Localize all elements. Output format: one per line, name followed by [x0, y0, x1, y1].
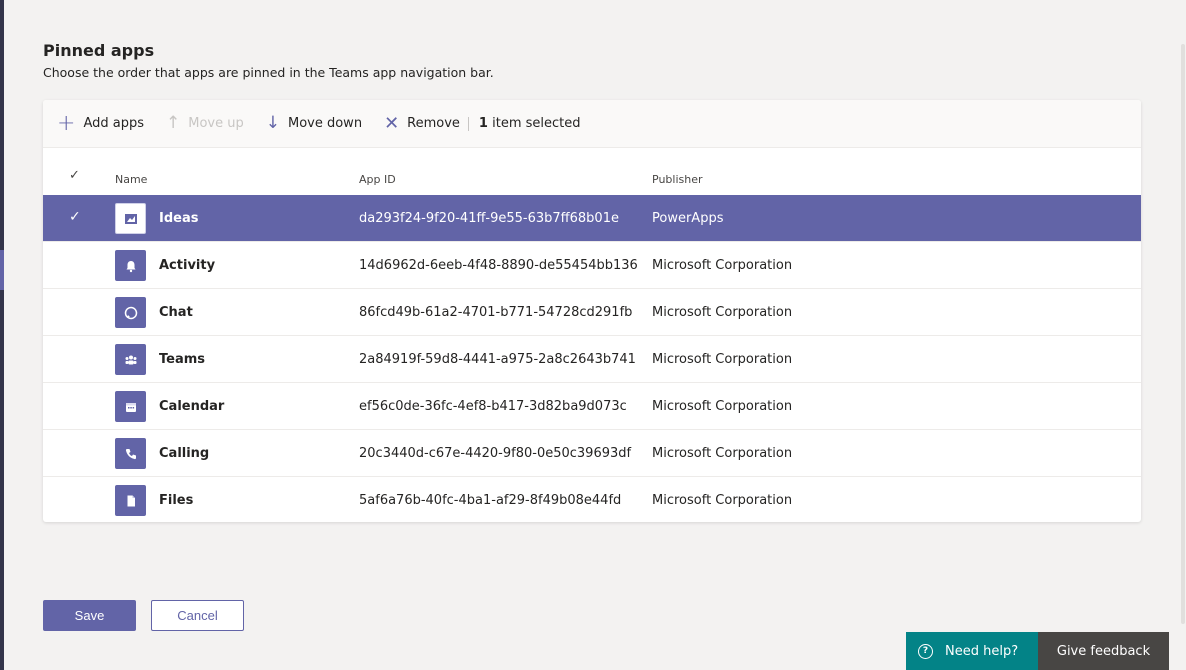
app-id: da293f24-9f20-41ff-9e55-63b7ff68b01e: [359, 211, 619, 226]
page-title: Pinned apps: [43, 41, 155, 60]
column-header-app-id[interactable]: App ID: [359, 173, 396, 186]
app-publisher: PowerApps: [652, 211, 724, 226]
app-publisher: Microsoft Corporation: [652, 258, 793, 273]
need-help-label: Need help?: [945, 643, 1019, 659]
app-name: Ideas: [159, 211, 199, 226]
app-publisher: Microsoft Corporation: [652, 305, 793, 320]
table-body: ✓ Ideas da293f24-9f20-41ff-9e55-63b7ff68…: [43, 195, 1141, 522]
ideas-icon: [115, 203, 146, 234]
app-publisher: Microsoft Corporation: [652, 352, 793, 367]
move-up-label: Move up: [188, 116, 244, 131]
selection-count-suffix: item selected: [492, 116, 581, 131]
pinned-apps-card: + Add apps ↑ Move up ↓ Move down ✕ Remov…: [43, 100, 1141, 522]
calendar-icon: [115, 391, 146, 422]
give-feedback-label: Give feedback: [1056, 643, 1151, 659]
remove-label: Remove: [407, 116, 460, 131]
selection-count-number: 1: [478, 116, 488, 131]
app-name: Chat: [159, 305, 193, 320]
selection-count: 1 item selected: [479, 116, 581, 131]
app-publisher: Microsoft Corporation: [652, 399, 793, 414]
table-row[interactable]: Chat 86fcd49b-61a2-4701-b771-54728cd291f…: [43, 288, 1141, 335]
app-name: Files: [159, 493, 194, 508]
help-question-icon: ?: [918, 643, 933, 659]
app-id: 5af6a76b-40fc-4ba1-af29-8f49b08e44fd: [359, 493, 622, 508]
left-rail: [0, 0, 4, 670]
close-icon: ✕: [384, 112, 400, 134]
move-down-label: Move down: [287, 116, 363, 131]
app-id: 20c3440d-c67e-4420-9f80-0e50c39693df: [359, 446, 632, 461]
save-button[interactable]: Save: [43, 600, 136, 631]
column-header-name[interactable]: Name: [115, 173, 147, 186]
app-name: Calendar: [159, 399, 225, 414]
move-up-button[interactable]: ↑ Move up: [166, 115, 244, 132]
scrollbar-thumb[interactable]: [1181, 44, 1185, 624]
app-name: Activity: [159, 258, 216, 273]
add-apps-button[interactable]: + Add apps: [57, 110, 144, 136]
table-row[interactable]: Files 5af6a76b-40fc-4ba1-af29-8f49b08e44…: [43, 476, 1141, 522]
table-row[interactable]: ✓ Ideas da293f24-9f20-41ff-9e55-63b7ff68…: [43, 195, 1141, 241]
table-header: ✓ Name App ID Publisher: [43, 148, 1141, 195]
app-name: Teams: [159, 352, 206, 367]
app-publisher: Microsoft Corporation: [652, 446, 793, 461]
table-row[interactable]: Calendar ef56c0de-36fc-4ef8-b417-3d82ba9…: [43, 382, 1141, 429]
app-name: Calling: [159, 446, 210, 461]
app-id: 86fcd49b-61a2-4701-b771-54728cd291fb: [359, 305, 633, 320]
move-down-button[interactable]: ↓ Move down: [266, 115, 362, 132]
toolbar: + Add apps ↑ Move up ↓ Move down ✕ Remov…: [43, 100, 1141, 148]
app-publisher: Microsoft Corporation: [652, 493, 793, 508]
phone-icon: [115, 438, 146, 469]
cancel-button[interactable]: Cancel: [151, 600, 244, 631]
bell-icon: [115, 250, 146, 281]
plus-icon: +: [57, 110, 76, 136]
teams-icon: [115, 344, 146, 375]
toolbar-divider: [467, 116, 469, 131]
page-scrollbar[interactable]: [1180, 0, 1186, 670]
column-header-publisher[interactable]: Publisher: [652, 173, 703, 186]
app-id: ef56c0de-36fc-4ef8-b417-3d82ba9d073c: [359, 399, 627, 414]
file-icon: [115, 485, 146, 516]
remove-button[interactable]: ✕ Remove: [384, 112, 460, 134]
app-id: 14d6962d-6eeb-4f48-8890-de55454bb136: [359, 258, 638, 273]
row-checkmark-icon[interactable]: ✓: [69, 209, 81, 225]
need-help-button[interactable]: ? Need help?: [906, 632, 1038, 670]
table-row[interactable]: Teams 2a84919f-59d8-4441-a975-2a8c2643b7…: [43, 335, 1141, 382]
table-row[interactable]: Calling 20c3440d-c67e-4420-9f80-0e50c396…: [43, 429, 1141, 476]
app-id: 2a84919f-59d8-4441-a975-2a8c2643b741: [359, 352, 636, 367]
arrow-up-icon: ↑: [165, 113, 181, 133]
give-feedback-button[interactable]: Give feedback: [1038, 632, 1169, 670]
page-description: Choose the order that apps are pinned in…: [43, 65, 494, 80]
arrow-down-icon: ↓: [265, 113, 280, 133]
left-rail-active-indicator: [0, 250, 4, 290]
chat-icon: [115, 297, 146, 328]
table-row[interactable]: Activity 14d6962d-6eeb-4f48-8890-de55454…: [43, 241, 1141, 288]
add-apps-label: Add apps: [83, 116, 144, 131]
select-all-checkmark-icon[interactable]: ✓: [69, 168, 80, 183]
